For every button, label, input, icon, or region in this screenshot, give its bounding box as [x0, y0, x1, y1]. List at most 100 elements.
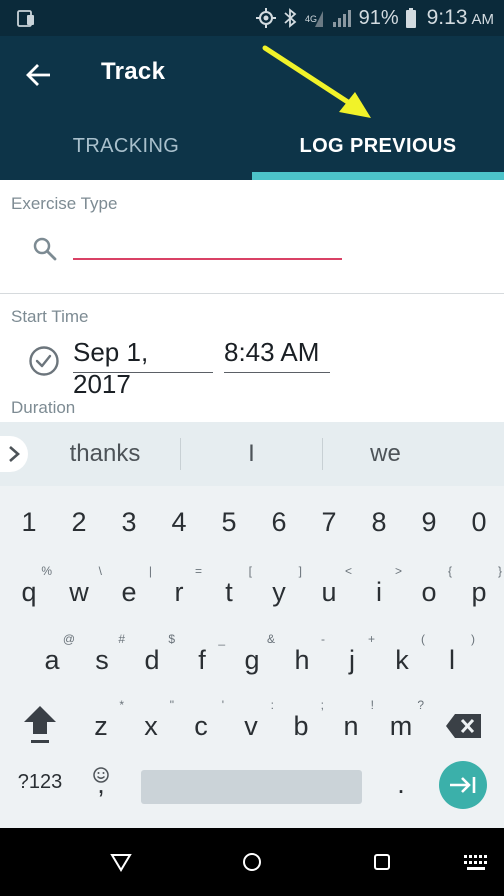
key-s[interactable]: s #	[77, 626, 127, 688]
enter-key[interactable]	[436, 754, 490, 816]
keyboard: 1234567890 q% w \ e | r = t[y] u < i > o{p} a @ s # d $ f _…	[0, 486, 504, 828]
key-t[interactable]: t[	[204, 558, 254, 620]
period-key[interactable]: .	[376, 754, 426, 816]
key-3[interactable]: 3	[104, 496, 154, 558]
key-q[interactable]: q%	[4, 558, 54, 620]
key-label: n	[343, 711, 359, 741]
key-b[interactable]: b;	[276, 692, 326, 754]
exercise-type-input[interactable]	[73, 230, 342, 260]
key-u[interactable]: u <	[304, 558, 354, 620]
square-recents-icon	[374, 854, 390, 870]
comma-key[interactable]: ,	[76, 754, 126, 816]
key-label: v	[244, 711, 258, 741]
svg-text:4G: 4G	[305, 14, 317, 24]
search-icon	[33, 237, 57, 261]
status-bar: 4G 91% 9:13 AM	[0, 0, 504, 36]
key-hint: !	[370, 698, 374, 712]
key-e[interactable]: e |	[104, 558, 154, 620]
tab-log-previous[interactable]: LOG PREVIOUS	[252, 112, 504, 180]
arrow-left-icon	[26, 64, 50, 86]
bluetooth-icon	[283, 8, 296, 28]
key-6[interactable]: 6	[254, 496, 304, 558]
page-title: Track	[101, 58, 166, 85]
key-m[interactable]: m?	[376, 692, 426, 754]
key-hint: @	[62, 632, 75, 646]
suggestion-2[interactable]: I	[181, 422, 322, 486]
key-8[interactable]: 8	[354, 496, 404, 558]
key-l[interactable]: l)	[427, 626, 477, 688]
key-p[interactable]: p}	[454, 558, 504, 620]
back-nav-button[interactable]	[105, 846, 137, 878]
key-label: j	[349, 645, 355, 675]
symbols-key[interactable]: ?123	[10, 754, 70, 816]
recents-nav-button[interactable]	[366, 846, 398, 878]
key-1[interactable]: 1	[4, 496, 54, 558]
key-o[interactable]: o{	[404, 558, 454, 620]
key-h[interactable]: h-	[277, 626, 327, 688]
keyboard-switch-button[interactable]	[460, 846, 492, 878]
key-n[interactable]: n!	[326, 692, 376, 754]
key-label: m	[389, 711, 413, 741]
key-label: 0	[471, 507, 487, 537]
key-d[interactable]: d $	[127, 626, 177, 688]
key-j[interactable]: j +	[327, 626, 377, 688]
key-i[interactable]: i >	[354, 558, 404, 620]
key-y[interactable]: y]	[254, 558, 304, 620]
key-label: w	[69, 577, 89, 607]
key-label: 8	[371, 507, 387, 537]
key-label: 5	[221, 507, 237, 537]
key-5[interactable]: 5	[204, 496, 254, 558]
key-label: 9	[421, 507, 437, 537]
start-date-field[interactable]: Sep 1, 2017	[73, 336, 213, 399]
key-9[interactable]: 9	[404, 496, 454, 558]
key-c[interactable]: c '	[176, 692, 226, 754]
screen-mirror-icon	[17, 10, 34, 27]
key-v[interactable]: v:	[226, 692, 276, 754]
start-time-field[interactable]: 8:43 AM	[224, 336, 330, 373]
key-label: g	[244, 645, 260, 675]
enter-key-circle	[439, 761, 487, 809]
key-label: u	[321, 577, 337, 607]
key-hint: >	[394, 564, 402, 578]
clock-time: 9:13	[426, 6, 468, 29]
key-hint: &	[266, 632, 275, 646]
key-r[interactable]: r =	[154, 558, 204, 620]
battery-percent: 91%	[358, 6, 399, 29]
backspace-key[interactable]	[438, 692, 490, 754]
key-a[interactable]: a @	[27, 626, 77, 688]
home-nav-button[interactable]	[236, 846, 268, 878]
backspace-icon	[446, 714, 481, 738]
key-z[interactable]: z *	[76, 692, 126, 754]
shift-icon	[24, 706, 56, 743]
exercise-type-label: Exercise Type	[11, 194, 118, 213]
tab-tracking[interactable]: TRACKING	[0, 112, 252, 180]
shift-key[interactable]	[14, 692, 66, 754]
key-hint: )	[471, 632, 475, 646]
key-hint: %	[41, 564, 52, 578]
key-label: 7	[321, 507, 337, 537]
key-hint: |	[148, 564, 152, 578]
lte-icon: 4G	[305, 11, 323, 27]
suggestion-expand-button[interactable]	[0, 436, 28, 472]
key-f[interactable]: f _	[177, 626, 227, 688]
key-x[interactable]: x "	[126, 692, 176, 754]
navigation-bar	[0, 828, 504, 896]
key-label: i	[376, 577, 382, 607]
key-4[interactable]: 4	[154, 496, 204, 558]
back-button[interactable]	[20, 56, 58, 94]
key-7[interactable]: 7	[304, 496, 354, 558]
suggestion-3[interactable]: we	[323, 422, 448, 486]
space-key[interactable]	[141, 754, 362, 816]
tab-next-icon	[450, 777, 476, 793]
key-k[interactable]: k(	[377, 626, 427, 688]
key-0[interactable]: 0	[454, 496, 504, 558]
suggestion-1[interactable]: thanks	[30, 422, 180, 486]
key-w[interactable]: w \	[54, 558, 104, 620]
app-bar: Track	[0, 36, 504, 112]
key-hint: {	[447, 564, 452, 578]
key-hint: "	[169, 698, 174, 712]
key-g[interactable]: g &	[227, 626, 277, 688]
key-2[interactable]: 2	[54, 496, 104, 558]
duration-label: Duration	[11, 398, 76, 417]
key-hint: :	[270, 698, 274, 712]
